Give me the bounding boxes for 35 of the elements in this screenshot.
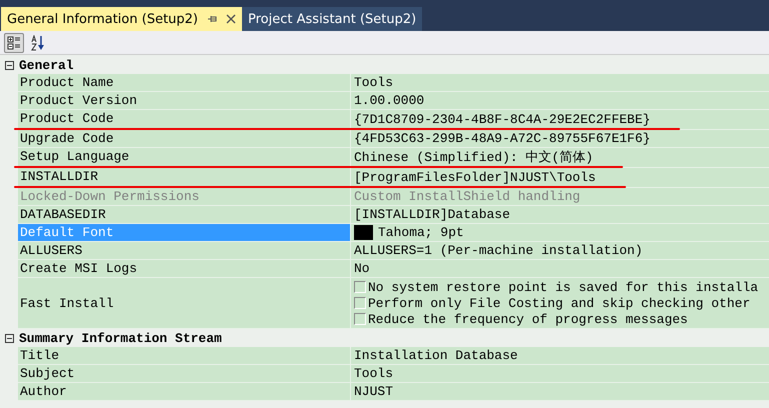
property-name[interactable]: ALLUSERS xyxy=(18,242,351,260)
property-name[interactable]: Product Name xyxy=(18,74,351,92)
property-value[interactable]: No xyxy=(354,260,370,277)
section-title: General xyxy=(19,58,74,72)
property-name[interactable]: Product Version xyxy=(18,92,351,110)
property-name[interactable]: Subject xyxy=(18,365,351,383)
categorized-icon[interactable] xyxy=(4,32,24,52)
checkbox[interactable] xyxy=(354,281,366,293)
property-name[interactable]: Setup Language xyxy=(18,148,351,168)
property-name[interactable]: Fast Install xyxy=(18,278,351,329)
close-icon[interactable] xyxy=(226,14,236,24)
property-name[interactable]: Upgrade Code xyxy=(18,130,351,148)
property-name[interactable]: Title xyxy=(18,347,351,365)
property-name[interactable]: Create MSI Logs xyxy=(18,260,351,278)
font-swatch-icon xyxy=(354,225,373,240)
property-value[interactable]: Tahoma; 9pt xyxy=(378,224,464,241)
checkbox[interactable] xyxy=(354,313,366,325)
property-value[interactable]: Tools xyxy=(354,365,394,382)
property-name[interactable]: Author xyxy=(18,383,351,401)
property-name[interactable]: INSTALLDIR xyxy=(18,168,351,188)
property-name[interactable]: DATABASEDIR xyxy=(18,206,351,224)
collapse-icon[interactable] xyxy=(5,60,14,70)
section-title: Summary Information Stream xyxy=(19,330,222,346)
property-value[interactable]: Tools xyxy=(354,74,394,91)
tab[interactable]: Project Assistant (Setup2) xyxy=(242,7,422,31)
property-value[interactable]: NJUST xyxy=(354,383,394,400)
pin-icon[interactable] xyxy=(207,14,218,24)
collapse-icon[interactable] xyxy=(5,334,14,342)
checkbox-label: Reduce the frequency of progress messages xyxy=(368,310,688,328)
checkbox[interactable] xyxy=(354,297,366,309)
property-name[interactable]: Product Code xyxy=(18,110,351,130)
property-value[interactable]: 1.00.0000 xyxy=(354,92,424,109)
tab[interactable]: General Information (Setup2) xyxy=(1,7,242,31)
checkbox-label: No system restore point is saved for this installa xyxy=(368,278,758,296)
checkbox-label: Perform only File Costing and skip checking other xyxy=(368,294,750,312)
